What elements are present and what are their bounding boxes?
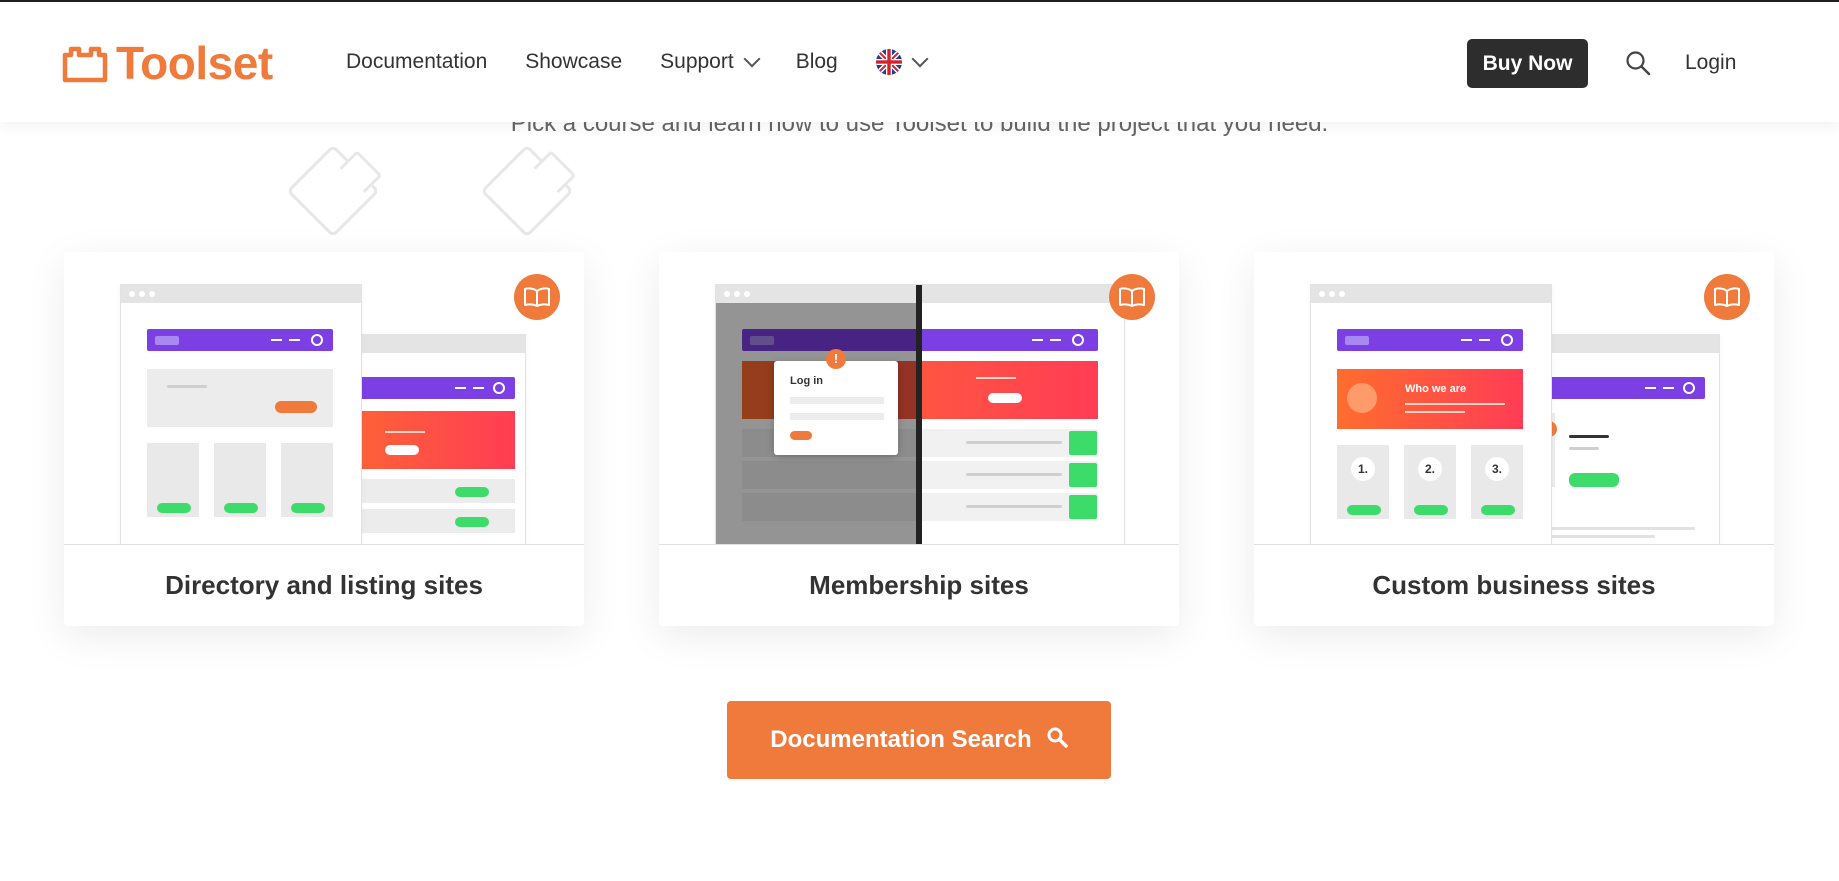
course-card-membership[interactable]: Log in ! Membership sites xyxy=(659,252,1179,626)
book-icon xyxy=(1704,274,1750,320)
chevron-down-icon xyxy=(743,50,761,68)
login-popup-title: Log in xyxy=(790,375,823,387)
mock-window-front: Who we are 1. 2. 3. xyxy=(1310,284,1552,544)
step-number: 2. xyxy=(1418,457,1442,481)
step-number: 3. xyxy=(1485,457,1509,481)
card-title: Membership sites xyxy=(809,569,1029,600)
card-title: Directory and listing sites xyxy=(165,569,483,600)
nav-documentation[interactable]: Documentation xyxy=(346,50,487,74)
toolset-logo-icon xyxy=(62,45,108,83)
nav-support-label: Support xyxy=(660,50,734,73)
nav-support[interactable]: Support xyxy=(660,50,761,74)
login-popup: Log in ! xyxy=(774,349,898,455)
mock-window: Log in ! xyxy=(715,284,1125,544)
search-icon[interactable] xyxy=(1625,50,1651,76)
main-nav: Documentation Showcase Support Blog xyxy=(346,2,964,122)
mock-window-front xyxy=(120,284,362,544)
toolset-logo[interactable]: Toolset xyxy=(62,40,273,86)
documentation-search-button[interactable]: Documentation Search xyxy=(727,701,1111,779)
card-title: Custom business sites xyxy=(1372,569,1656,600)
documentation-search-label: Documentation Search xyxy=(770,726,1032,753)
toolset-logo-text: Toolset xyxy=(116,37,273,89)
nav-blog[interactable]: Blog xyxy=(796,50,838,74)
hexagon-icon xyxy=(1347,383,1377,413)
buy-now-button[interactable]: Buy Now xyxy=(1467,39,1588,88)
login-link[interactable]: Login xyxy=(1685,51,1736,75)
top-border xyxy=(0,0,1839,2)
uk-flag-icon xyxy=(875,49,902,75)
chevron-down-icon xyxy=(911,50,929,68)
book-icon xyxy=(514,274,560,320)
search-icon xyxy=(1046,726,1068,755)
step-number: 1. xyxy=(1351,457,1375,481)
directory-illustration xyxy=(64,252,584,545)
membership-illustration: Log in ! xyxy=(659,252,1179,545)
site-header: Toolset Documentation Showcase Support B… xyxy=(0,2,1839,122)
course-card-directory[interactable]: Directory and listing sites xyxy=(64,252,584,626)
background-puzzle-piece xyxy=(480,144,574,238)
business-illustration: Who we are 1. 2. 3. xyxy=(1254,252,1774,545)
nav-showcase[interactable]: Showcase xyxy=(525,50,622,74)
course-card-business[interactable]: Who we are 1. 2. 3. Custom business site… xyxy=(1254,252,1774,626)
book-icon xyxy=(1109,274,1155,320)
alert-icon: ! xyxy=(826,349,846,369)
language-switcher[interactable] xyxy=(875,49,929,75)
who-we-are-label: Who we are xyxy=(1405,383,1467,395)
background-puzzle-piece xyxy=(286,144,380,238)
